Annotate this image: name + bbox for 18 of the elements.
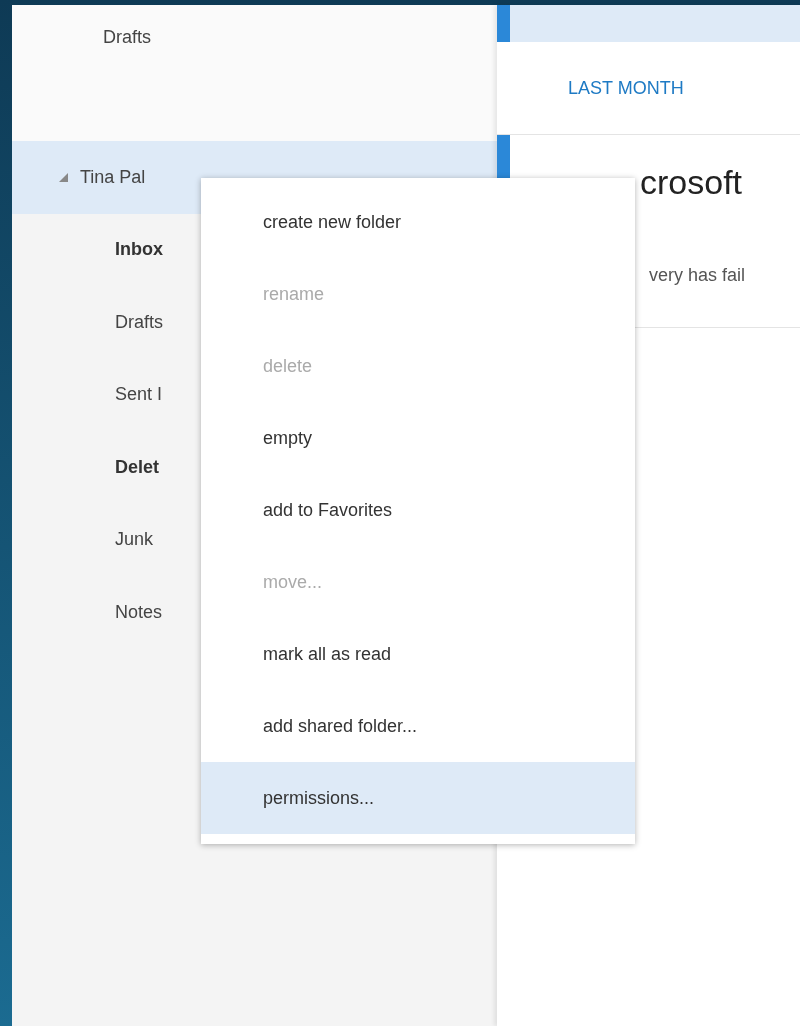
folder-item[interactable]: Drafts	[103, 26, 151, 48]
folder-item[interactable]: Sent I	[115, 384, 163, 406]
menu-item[interactable]: add shared folder...	[201, 690, 635, 762]
folder-item[interactable]: Junk	[115, 529, 154, 551]
menu-item[interactable]: mark all as read	[201, 618, 635, 690]
message-sender: crosoft	[640, 163, 743, 202]
menu-item[interactable]: permissions...	[201, 762, 635, 834]
group-header: LAST MONTH	[568, 77, 684, 99]
collapse-triangle-icon[interactable]	[57, 171, 69, 184]
folder-item[interactable]: Delet	[115, 456, 159, 478]
message-preview: very has fail	[649, 265, 746, 286]
folder-item[interactable]: Notes	[115, 601, 163, 623]
menu-item[interactable]: empty	[201, 402, 635, 474]
message-item[interactable]	[497, 5, 800, 42]
account-name: Tina Pal	[80, 166, 146, 188]
folder-item[interactable]: Inbox	[115, 239, 163, 261]
folder-item[interactable]: Drafts	[115, 311, 163, 333]
menu-item[interactable]: add to Favorites	[201, 474, 635, 546]
